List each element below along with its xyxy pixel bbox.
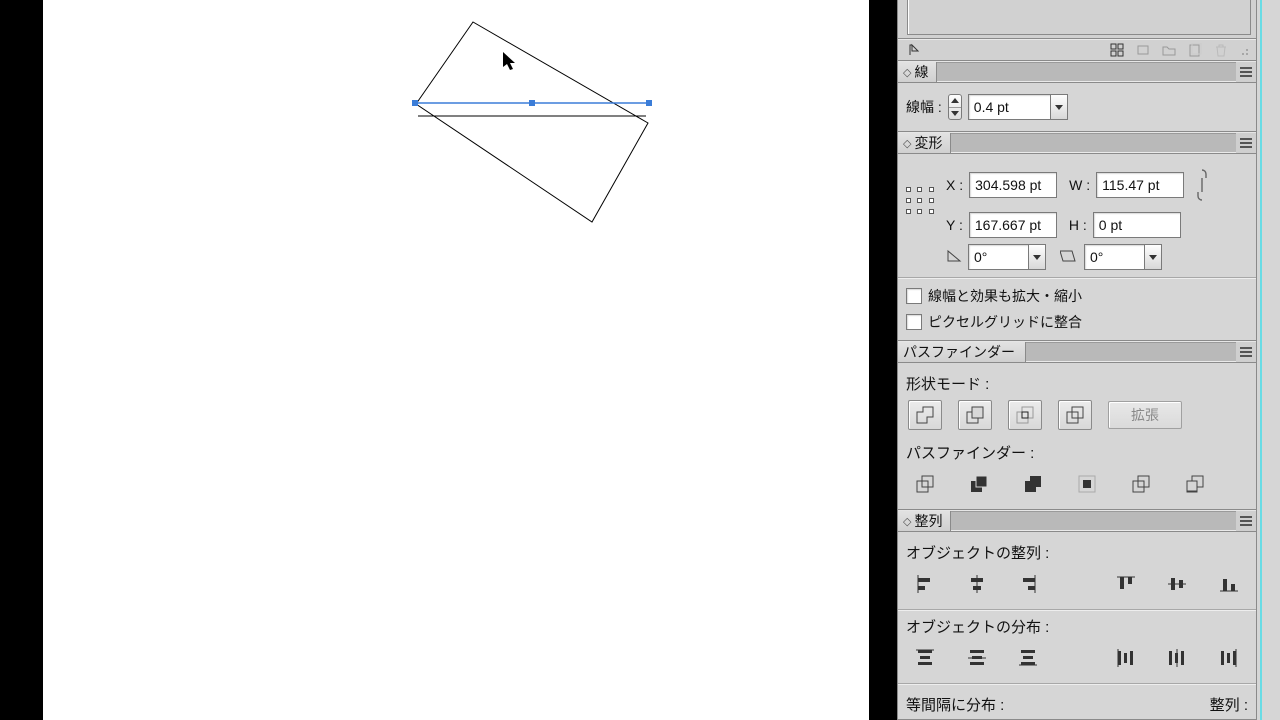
constrain-icon[interactable] (1194, 164, 1210, 205)
rectangle-shape[interactable] (416, 22, 648, 222)
tab-transform-label: 変形 (914, 133, 942, 153)
reference-point-grid[interactable] (906, 187, 936, 217)
align-top-button[interactable] (1109, 569, 1143, 599)
stroke-weight-value[interactable]: 0.4 pt (968, 94, 1050, 120)
align-right-button[interactable] (1011, 569, 1045, 599)
align-bottom-button[interactable] (1212, 569, 1246, 599)
align-to-label: 整列 : (1210, 694, 1248, 715)
distribute-spacing-label: 等間隔に分布 : (906, 694, 1004, 715)
new-layer-icon[interactable] (1184, 40, 1206, 60)
scale-strokes-checkbox[interactable]: 線幅と効果も拡大・縮小 (906, 286, 1248, 306)
panel-header-pathfinder[interactable]: パスファインダー (898, 341, 1256, 363)
expand-button[interactable]: 拡張 (1108, 401, 1182, 429)
chevron-down-icon[interactable] (1144, 244, 1162, 270)
rotate-icon (946, 249, 962, 266)
rotate-combo[interactable]: 0° (968, 244, 1046, 270)
panel-body-align: オブジェクトの整列 : オブジェクトの分布 : 等間隔に分布 : 整列 : (898, 532, 1256, 720)
panel-header-align[interactable]: ◇整列 (898, 510, 1256, 532)
x-label: X : (946, 177, 963, 193)
panel-header-transform[interactable]: ◇変形 (898, 132, 1256, 154)
trim-button[interactable] (962, 469, 996, 499)
chevron-down-icon[interactable] (1050, 94, 1068, 120)
shear-combo[interactable]: 0° (1084, 244, 1162, 270)
w-field[interactable]: 115.47 pt (1096, 172, 1184, 198)
shape-modes-label: 形状モード : (906, 373, 1248, 394)
canvas[interactable] (43, 0, 869, 720)
stroke-weight-stepper[interactable] (948, 94, 962, 120)
panel-menu-icon[interactable] (1236, 133, 1256, 153)
align-hcenter-button[interactable] (960, 569, 994, 599)
scale-strokes-label: 線幅と効果も拡大・縮小 (928, 286, 1082, 306)
stroke-weight-combo[interactable]: 0.4 pt (968, 94, 1068, 120)
w-label: W : (1069, 177, 1090, 193)
divide-button[interactable] (908, 469, 942, 499)
align-objects-label: オブジェクトの整列 : (906, 542, 1248, 563)
rotate-value[interactable]: 0° (968, 244, 1028, 270)
panel-dock: ◇線 線幅 : 0.4 pt ◇変形 (897, 0, 1256, 720)
shear-value[interactable]: 0° (1084, 244, 1144, 270)
locate-object-icon[interactable] (904, 40, 926, 60)
panel-menu-icon[interactable] (1236, 342, 1256, 362)
y-field[interactable]: 167.667 pt (969, 212, 1057, 238)
panel-header-stroke[interactable]: ◇線 (898, 61, 1256, 83)
resize-grip-icon (1236, 40, 1250, 60)
anchor-right[interactable] (646, 100, 652, 106)
pathfinders-label: パスファインダー : (906, 442, 1248, 463)
tab-stroke-label: 線 (914, 62, 928, 82)
chevron-down-icon[interactable] (1028, 244, 1046, 270)
folder-icon[interactable] (1158, 40, 1180, 60)
shear-icon (1060, 249, 1078, 266)
merge-button[interactable] (1016, 469, 1050, 499)
align-left-button[interactable] (908, 569, 942, 599)
minus-front-button[interactable] (958, 400, 992, 430)
panel-body-transform: X : 304.598 pt W : 115.47 pt Y : 167.667… (898, 154, 1256, 341)
crop-button[interactable] (1070, 469, 1104, 499)
exclude-button[interactable] (1058, 400, 1092, 430)
anchor-left[interactable] (412, 100, 418, 106)
panel-body-stroke: 線幅 : 0.4 pt (898, 83, 1256, 132)
layers-iconbar (898, 39, 1256, 61)
tab-align-label: 整列 (914, 511, 942, 531)
stroke-weight-label: 線幅 : (906, 97, 942, 117)
new-sublayer-icon[interactable] (1132, 40, 1154, 60)
preview-area (898, 0, 1256, 39)
x-field[interactable]: 304.598 pt (969, 172, 1057, 198)
tab-align[interactable]: ◇整列 (898, 511, 951, 531)
vdist-bottom-button[interactable] (1011, 643, 1045, 673)
tab-stroke[interactable]: ◇線 (898, 62, 937, 82)
y-label: Y : (946, 217, 963, 233)
vdist-top-button[interactable] (908, 643, 942, 673)
tab-transform[interactable]: ◇変形 (898, 133, 951, 153)
pixel-grid-label: ピクセルグリッドに整合 (928, 312, 1082, 332)
hdist-right-button[interactable] (1212, 643, 1246, 673)
anchor-mid[interactable] (529, 100, 535, 106)
intersect-button[interactable] (1008, 400, 1042, 430)
tab-pathfinder-label: パスファインダー (903, 342, 1015, 362)
outline-button[interactable] (1124, 469, 1158, 499)
panel-body-pathfinder: 形状モード : 拡張 パスファインダー : (898, 363, 1256, 510)
dock-strip[interactable] (1256, 0, 1280, 720)
panel-menu-icon[interactable] (1236, 511, 1256, 531)
tab-pathfinder[interactable]: パスファインダー (898, 342, 1026, 362)
h-label: H : (1069, 217, 1087, 233)
h-field[interactable]: 0 pt (1093, 212, 1181, 238)
distribute-objects-label: オブジェクトの分布 : (906, 616, 1248, 637)
hdist-left-button[interactable] (1109, 643, 1143, 673)
cursor-icon (503, 52, 519, 72)
minus-back-button[interactable] (1178, 469, 1212, 499)
panel-menu-icon[interactable] (1236, 62, 1256, 82)
align-vcenter-button[interactable] (1161, 569, 1195, 599)
preview-well (907, 0, 1251, 35)
trash-icon[interactable] (1210, 40, 1232, 60)
unite-button[interactable] (908, 400, 942, 430)
pixel-grid-checkbox[interactable]: ピクセルグリッドに整合 (906, 312, 1248, 332)
hdist-center-button[interactable] (1161, 643, 1195, 673)
thumbnail-options-icon[interactable] (1106, 40, 1128, 60)
vdist-center-button[interactable] (960, 643, 994, 673)
